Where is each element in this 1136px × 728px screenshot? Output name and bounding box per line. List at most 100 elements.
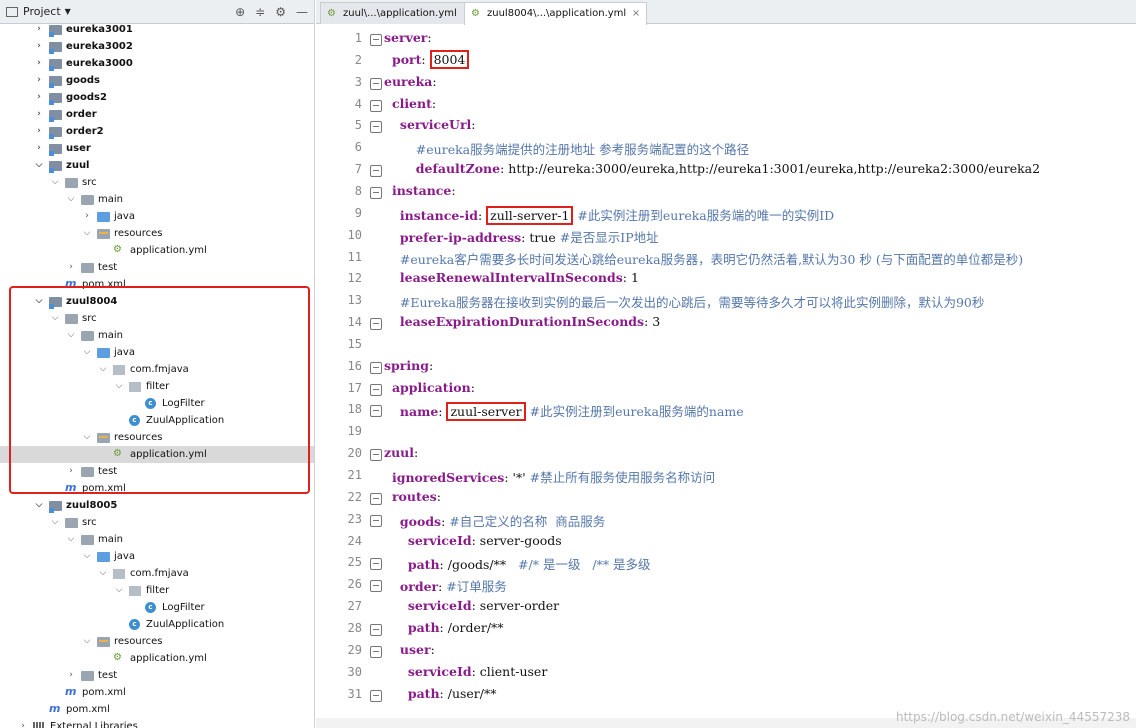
tree-item[interactable]: › java bbox=[0, 208, 314, 225]
code-line[interactable]: port: 8004 bbox=[384, 49, 470, 69]
code-line[interactable]: name: zuul-server #此实例注册到eureka服务端的name bbox=[384, 401, 744, 422]
code-line[interactable]: spring: bbox=[384, 358, 433, 373]
chevron-right-icon[interactable]: › bbox=[66, 667, 76, 684]
code-line[interactable]: eureka: bbox=[384, 74, 437, 89]
chevron-down-icon[interactable]: ⌵ bbox=[50, 514, 60, 531]
code-line[interactable]: #eureka服务端提供的注册地址 参考服务端配置的这个路径 bbox=[384, 139, 749, 158]
tree-item[interactable]: m pom.xml bbox=[0, 701, 314, 718]
chevron-down-icon[interactable]: ⌵ bbox=[114, 582, 124, 599]
tree-item[interactable]: ⌵ main bbox=[0, 191, 314, 208]
fold-marker-icon[interactable] bbox=[370, 99, 382, 112]
fold-marker-icon[interactable] bbox=[370, 77, 382, 90]
view-dropdown-icon[interactable]: ▼ bbox=[65, 7, 71, 16]
tree-item[interactable]: › goods2 bbox=[0, 89, 314, 106]
chevron-down-icon[interactable]: ⌵ bbox=[98, 565, 108, 582]
project-panel-title[interactable]: Project bbox=[23, 5, 61, 18]
code-line[interactable]: leaseExpirationDurationInSeconds: 3 bbox=[384, 314, 660, 329]
code-line[interactable]: defaultZone: http://eureka:3000/eureka,h… bbox=[384, 161, 1040, 176]
code-line[interactable]: leaseRenewalIntervalInSeconds: 1 bbox=[384, 270, 639, 285]
tree-item[interactable]: c ZuulApplication bbox=[0, 616, 314, 633]
hide-panel-icon[interactable]: — bbox=[296, 5, 308, 19]
fold-marker-icon[interactable] bbox=[370, 492, 382, 505]
chevron-right-icon[interactable]: › bbox=[34, 89, 44, 106]
fold-marker-icon[interactable] bbox=[370, 623, 382, 636]
editor-tab[interactable]: ⚙zuul\...\application.yml× bbox=[320, 2, 478, 24]
tree-item[interactable]: › eureka3000 bbox=[0, 55, 314, 72]
project-view-icon[interactable] bbox=[6, 6, 18, 17]
tree-item[interactable]: ⌵ src bbox=[0, 174, 314, 191]
tree-item[interactable]: › eureka3001 bbox=[0, 21, 314, 38]
tree-item[interactable]: ⌵ filter bbox=[0, 582, 314, 599]
code-line[interactable]: instance-id: zull-server-1 #此实例注册到eureka… bbox=[384, 205, 834, 225]
fold-marker-icon[interactable] bbox=[370, 449, 382, 462]
chevron-down-icon[interactable]: ⌵ bbox=[82, 225, 92, 242]
chevron-down-icon[interactable]: ⌵ bbox=[66, 191, 76, 208]
code-line[interactable]: #eureka客户需要多长时间发送心跳给eureka服务器，表明它仍然活着,默认… bbox=[384, 249, 1023, 268]
tree-item[interactable]: › eureka3002 bbox=[0, 38, 314, 55]
code-line[interactable]: user: bbox=[384, 642, 435, 657]
code-line[interactable]: path: /user/** bbox=[384, 686, 497, 701]
code-line[interactable]: serviceId: server-order bbox=[384, 598, 559, 613]
code-line[interactable]: routes: bbox=[384, 489, 441, 504]
code-line[interactable]: #Eureka服务器在接收到实例的最后一次发出的心跳后，需要等待多久才可以将此实… bbox=[384, 292, 984, 311]
tree-item[interactable]: › External Libraries bbox=[0, 718, 314, 728]
code-line[interactable]: ignoredServices: '*' #禁止所有服务使用服务名称访问 bbox=[384, 467, 715, 486]
code-line[interactable]: serviceId: server-goods bbox=[384, 533, 562, 548]
close-icon[interactable]: × bbox=[632, 3, 640, 25]
code-line[interactable]: server: bbox=[384, 30, 432, 45]
code-line[interactable]: serviceId: client-user bbox=[384, 664, 547, 679]
tree-item[interactable]: › test bbox=[0, 667, 314, 684]
code-line[interactable]: prefer-ip-address: true #是否显示IP地址 bbox=[384, 227, 659, 246]
chevron-right-icon[interactable]: › bbox=[34, 21, 44, 38]
chevron-right-icon[interactable]: › bbox=[82, 208, 92, 225]
chevron-right-icon[interactable]: › bbox=[34, 123, 44, 140]
collapse-all-icon[interactable]: ≑ bbox=[255, 5, 265, 19]
tree-item[interactable]: m pom.xml bbox=[0, 684, 314, 701]
code-line[interactable]: zuul: bbox=[384, 445, 418, 460]
fold-marker-icon[interactable] bbox=[370, 405, 382, 418]
fold-marker-icon[interactable] bbox=[370, 383, 382, 396]
chevron-right-icon[interactable]: › bbox=[34, 72, 44, 89]
gear-icon[interactable]: ⚙ bbox=[275, 5, 286, 19]
tree-item[interactable]: › order bbox=[0, 106, 314, 123]
chevron-right-icon[interactable]: › bbox=[34, 55, 44, 72]
code-line[interactable]: instance: bbox=[384, 183, 456, 198]
fold-marker-icon[interactable] bbox=[370, 34, 382, 46]
chevron-down-icon[interactable]: ⌵ bbox=[66, 531, 76, 548]
tree-item[interactable]: ⌵ main bbox=[0, 531, 314, 548]
tree-item[interactable]: ⚙ application.yml bbox=[0, 650, 314, 667]
tree-item[interactable]: ⚙ application.yml bbox=[0, 242, 314, 259]
fold-marker-icon[interactable] bbox=[370, 121, 382, 134]
code-line[interactable]: application: bbox=[384, 380, 475, 395]
tree-item[interactable]: ⌵ src bbox=[0, 514, 314, 531]
chevron-down-icon[interactable]: ⌵ bbox=[50, 174, 60, 191]
fold-marker-icon[interactable] bbox=[370, 186, 382, 199]
chevron-right-icon[interactable]: › bbox=[34, 106, 44, 123]
fold-marker-icon[interactable] bbox=[370, 318, 382, 331]
tree-item[interactable]: › user bbox=[0, 140, 314, 157]
tree-item[interactable]: › order2 bbox=[0, 123, 314, 140]
chevron-down-icon[interactable]: ⌵ bbox=[82, 633, 92, 650]
tree-item[interactable]: ⌵ zuul bbox=[0, 157, 314, 174]
fold-marker-icon[interactable] bbox=[370, 645, 382, 658]
code-line[interactable]: serviceUrl: bbox=[384, 117, 476, 132]
tree-item[interactable]: ⌵ resources bbox=[0, 225, 314, 242]
chevron-right-icon[interactable]: › bbox=[18, 718, 28, 728]
fold-marker-icon[interactable] bbox=[370, 165, 382, 178]
tree-item[interactable]: › test bbox=[0, 259, 314, 276]
code-line[interactable]: client: bbox=[384, 96, 436, 111]
chevron-right-icon[interactable]: › bbox=[34, 38, 44, 55]
fold-marker-icon[interactable] bbox=[370, 514, 382, 527]
chevron-right-icon[interactable]: › bbox=[34, 140, 44, 157]
code-line[interactable]: goods: #自己定义的名称 商品服务 bbox=[384, 511, 605, 530]
code-editor[interactable]: server: port: 8004 eureka: client: servic… bbox=[384, 24, 1136, 728]
fold-marker-icon[interactable] bbox=[370, 580, 382, 593]
code-line[interactable]: order: #订单服务 bbox=[384, 576, 507, 595]
tree-item[interactable]: c LogFilter bbox=[0, 599, 314, 616]
code-line[interactable]: path: /order/** bbox=[384, 620, 504, 635]
tree-item[interactable]: ⌵ com.fmjava bbox=[0, 565, 314, 582]
fold-marker-icon[interactable] bbox=[370, 361, 382, 374]
chevron-down-icon[interactable]: ⌵ bbox=[34, 497, 44, 514]
tree-item[interactable]: ⌵ resources bbox=[0, 633, 314, 650]
code-line[interactable]: path: /goods/** #/* 是一级 /** 是多级 bbox=[384, 554, 651, 573]
